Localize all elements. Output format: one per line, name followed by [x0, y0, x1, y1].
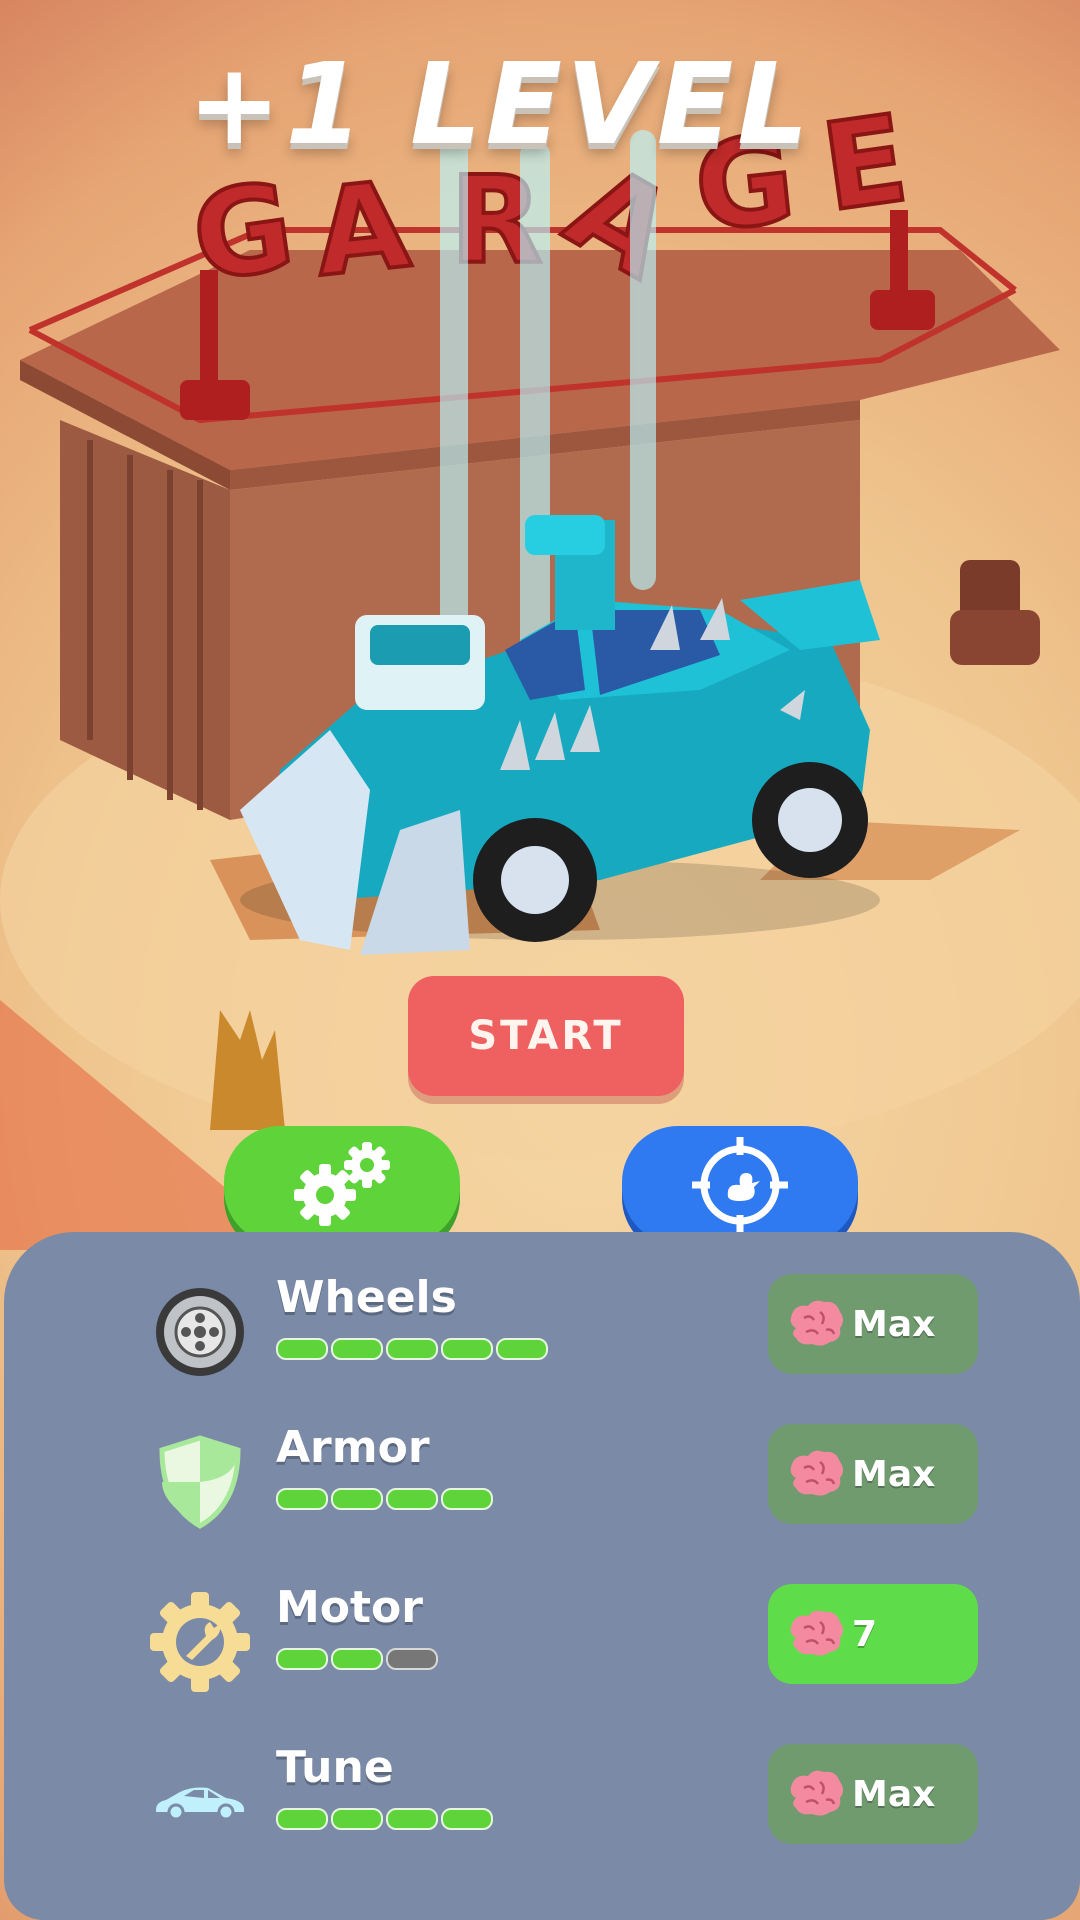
upgrade-button-motor[interactable]: 7	[768, 1584, 978, 1684]
upgrade-cost-motor: 7	[852, 1613, 878, 1655]
level-pip-filled	[441, 1338, 493, 1360]
level-pip-filled	[386, 1338, 438, 1360]
level-pip-filled	[276, 1338, 328, 1360]
level-pip-filled	[386, 1488, 438, 1510]
upgrade-button-wheels[interactable]: Max	[768, 1274, 978, 1374]
level-pips-wheels	[276, 1338, 548, 1360]
level-pip-filled	[496, 1338, 548, 1360]
svg-text:A: A	[309, 156, 416, 304]
upgrade-panel: Wheels Max Armor Max Motor 7 Tune Max	[4, 1232, 1080, 1920]
level-up-title: +1 LEVEL	[187, 40, 813, 170]
upgrade-label-motor: Motor	[276, 1582, 423, 1633]
start-button-label: START	[468, 1013, 624, 1059]
game-screen: G A R A G E +1 LEVEL START Wheels Max Ar…	[0, 0, 1080, 1920]
level-pips-motor	[276, 1648, 438, 1670]
upgrade-row-motor: Motor 7	[4, 1582, 1080, 1702]
upgrade-row-wheels: Wheels Max	[4, 1272, 1080, 1392]
level-pip-filled	[331, 1338, 383, 1360]
brain-icon	[790, 1770, 843, 1816]
level-pip-empty	[386, 1648, 438, 1670]
level-pips-armor	[276, 1488, 493, 1510]
upgrade-row-armor: Armor Max	[4, 1422, 1080, 1542]
upgrade-cost-tune: Max	[852, 1773, 936, 1815]
upgrade-row-tune: Tune Max	[4, 1742, 1080, 1862]
tab-upgrades[interactable]	[224, 1126, 460, 1244]
upgrade-label-armor: Armor	[276, 1422, 430, 1473]
brain-icon	[790, 1610, 843, 1656]
level-pip-filled	[276, 1648, 328, 1670]
upgrade-button-armor[interactable]: Max	[768, 1424, 978, 1524]
wrench-gear-icon	[150, 1592, 250, 1692]
upgrade-label-wheels: Wheels	[276, 1272, 457, 1323]
level-pip-filled	[331, 1648, 383, 1670]
level-pip-filled	[276, 1808, 328, 1830]
brain-icon	[790, 1300, 843, 1346]
upgrade-label-tune: Tune	[276, 1742, 394, 1793]
level-pip-filled	[276, 1488, 328, 1510]
level-pip-filled	[331, 1808, 383, 1830]
level-pips-tune	[276, 1808, 493, 1830]
brain-icon	[790, 1450, 843, 1496]
wheel-icon	[150, 1282, 250, 1382]
level-pip-filled	[386, 1808, 438, 1830]
level-pip-filled	[331, 1488, 383, 1510]
duck-crosshair-icon	[692, 1137, 788, 1233]
start-button[interactable]: START	[408, 976, 684, 1096]
svg-text:G: G	[185, 157, 302, 308]
gears-icon	[294, 1142, 390, 1226]
upgrade-cost-wheels: Max	[852, 1303, 936, 1345]
level-pip-filled	[441, 1808, 493, 1830]
level-pip-filled	[441, 1488, 493, 1510]
upgrade-cost-armor: Max	[852, 1453, 936, 1495]
tab-hunt[interactable]	[622, 1126, 858, 1244]
upgrade-button-tune[interactable]: Max	[768, 1744, 978, 1844]
shield-icon	[150, 1432, 250, 1532]
car-icon	[150, 1752, 250, 1852]
